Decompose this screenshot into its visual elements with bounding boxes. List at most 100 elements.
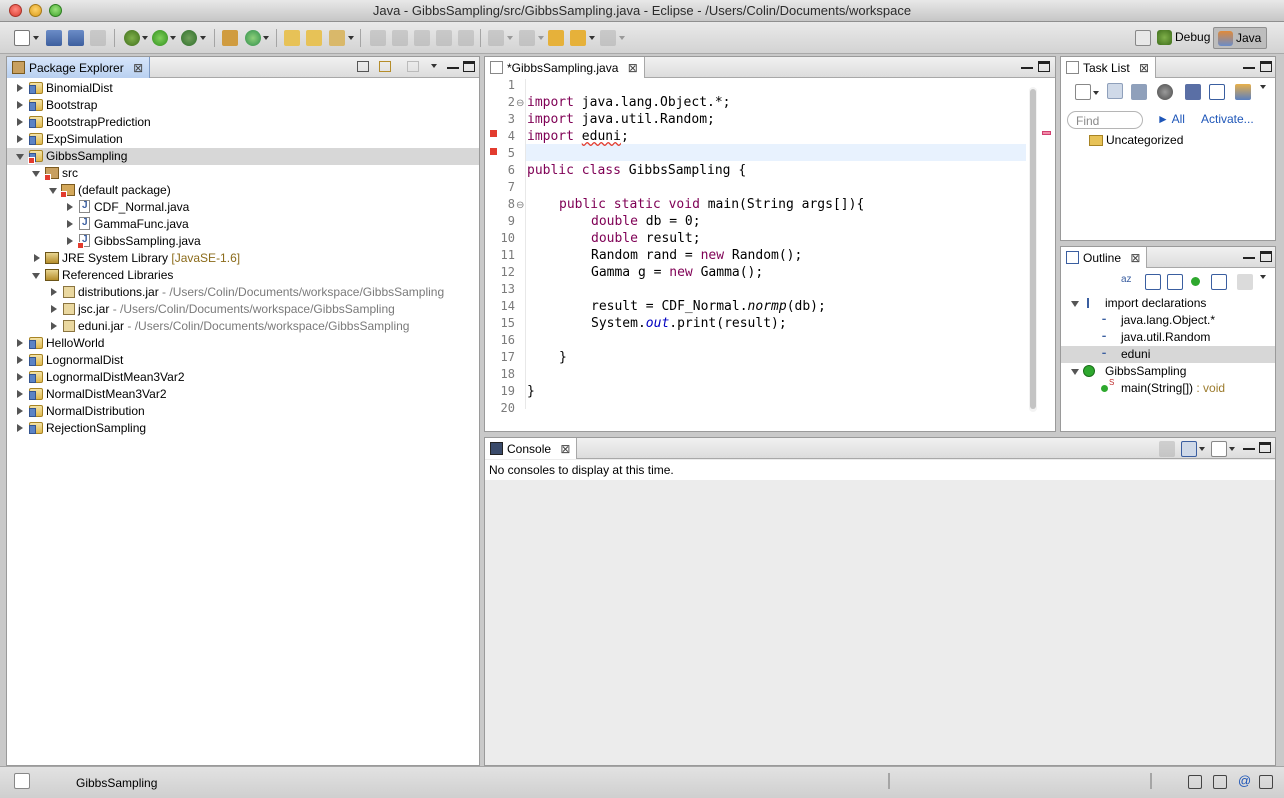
fold-icon[interactable]: ⊖ <box>516 98 524 109</box>
view-menu-icon[interactable] <box>1260 275 1266 279</box>
open-task-icon[interactable] <box>306 30 322 46</box>
hide-static-icon[interactable] <box>1167 274 1183 290</box>
close-tab-icon[interactable]: ⊠ <box>1139 61 1149 75</box>
forward-dropdown-icon[interactable] <box>619 36 625 40</box>
new-task-dropdown-icon[interactable] <box>1093 91 1099 95</box>
hide-completed-icon[interactable] <box>1185 84 1201 100</box>
prev-edit-dropdown-icon[interactable] <box>538 36 544 40</box>
javadoc-icon[interactable]: @ <box>1238 773 1251 788</box>
minimize-view-button[interactable] <box>1243 251 1255 259</box>
categorized-icon[interactable] <box>1107 83 1123 99</box>
toggle-mark-occurrences-icon[interactable] <box>414 30 430 46</box>
back-dropdown-icon[interactable] <box>589 36 595 40</box>
view-menu-extra-icon[interactable] <box>407 61 419 72</box>
open-console-dropdown-icon[interactable] <box>1229 447 1235 451</box>
editor-scrollbar-track[interactable] <box>1029 87 1037 412</box>
tree-item-expsimulation[interactable]: ExpSimulation <box>7 131 479 148</box>
scheduled-icon[interactable] <box>1131 84 1147 100</box>
tab-console[interactable]: Console ⊠ <box>485 438 578 459</box>
tree-item-binomialdist[interactable]: BinomialDist <box>7 80 479 97</box>
tree-item-gibbssampling[interactable]: GibbsSampling <box>7 148 479 165</box>
maximize-view-button[interactable] <box>1260 251 1272 262</box>
debug-perspective-button[interactable]: Debug <box>1153 27 1215 49</box>
close-tab-icon[interactable]: ⊠ <box>628 61 638 75</box>
overview-error-marker[interactable] <box>1042 131 1051 135</box>
prev-edit-icon[interactable] <box>519 30 535 46</box>
editor-scrollbar-thumb[interactable] <box>1030 89 1036 409</box>
new-dropdown-icon[interactable] <box>33 36 39 40</box>
tab-outline[interactable]: Outline ⊠ <box>1061 247 1148 268</box>
trim-view-icon[interactable] <box>1213 775 1227 789</box>
java-perspective-button[interactable]: Java <box>1213 27 1268 49</box>
tree-item-src[interactable]: src <box>7 165 479 182</box>
hide-local-types-icon[interactable] <box>1211 274 1227 290</box>
fast-view-icon[interactable] <box>14 773 30 789</box>
tree-item-distributions-jar[interactable]: distributions.jar - /Users/Colin/Documen… <box>7 284 479 301</box>
tree-item-eduni-jar[interactable]: eduni.jar - /Users/Colin/Documents/works… <box>7 318 479 335</box>
next-annotation-icon[interactable] <box>370 30 386 46</box>
new-task-icon[interactable] <box>1075 84 1091 100</box>
next-edit-dropdown-icon[interactable] <box>507 36 513 40</box>
tree-item-referenced-libraries[interactable]: Referenced Libraries <box>7 267 479 284</box>
outline-method-main[interactable]: S main(String[]) : void <box>1061 378 1275 397</box>
outline-import-item[interactable]: ⁃ java.util.Random <box>1061 329 1275 346</box>
debug-dropdown-icon[interactable] <box>142 36 148 40</box>
declaration-icon[interactable] <box>1259 775 1273 789</box>
sort-icon[interactable]: az <box>1121 274 1137 290</box>
run-icon[interactable] <box>152 30 168 46</box>
tree-item-helloworld[interactable]: HelloWorld <box>7 335 479 352</box>
maximize-view-button[interactable] <box>1259 442 1271 453</box>
show-whitespace-icon[interactable] <box>458 30 474 46</box>
tree-item-rejectionsampling[interactable]: RejectionSampling <box>7 420 479 437</box>
tab-gibbssampling-java[interactable]: *GibbsSampling.java ⊠ <box>485 57 645 78</box>
tree-item-gammafunc-java[interactable]: GammaFunc.java <box>7 216 479 233</box>
synchronize-icon[interactable] <box>1235 84 1251 100</box>
hide-non-public-icon[interactable] <box>1191 277 1200 286</box>
new-class-dropdown-icon[interactable] <box>263 36 269 40</box>
maximize-editor-button[interactable] <box>1038 61 1050 72</box>
open-perspective-icon[interactable] <box>1135 30 1151 46</box>
display-console-icon[interactable] <box>1181 441 1197 457</box>
outline-import-declarations[interactable]: import declarations <box>1061 295 1275 312</box>
outline-import-item[interactable]: ⁃ java.lang.Object.* <box>1061 312 1275 329</box>
view-menu-icon[interactable] <box>431 64 437 68</box>
display-console-dropdown-icon[interactable] <box>1199 447 1205 451</box>
close-tab-icon[interactable]: ⊠ <box>560 442 570 456</box>
new-icon[interactable] <box>14 30 30 46</box>
search-icon[interactable] <box>329 30 345 46</box>
minimize-view-button[interactable] <box>447 61 459 69</box>
external-tools-icon[interactable] <box>181 30 197 46</box>
tree-item-lognormaldistmean3var2[interactable]: LognormalDistMean3Var2 <box>7 369 479 386</box>
tree-item-lognormaldist[interactable]: LognormalDist <box>7 352 479 369</box>
maximize-view-button[interactable] <box>1260 61 1272 72</box>
new-java-class-icon[interactable] <box>245 30 261 46</box>
minimize-view-button[interactable] <box>1243 61 1255 69</box>
new-java-project-icon[interactable] <box>222 30 238 46</box>
tree-item-cdf-normal-java[interactable]: CDF_Normal.java <box>7 199 479 216</box>
tree-item-normaldistribution[interactable]: NormalDistribution <box>7 403 479 420</box>
code-area[interactable]: 1 2 3 4 5 6 7 8 9 10 11 12 13 14 15 16 1… <box>485 77 1045 417</box>
focus-icon[interactable] <box>1237 274 1253 290</box>
save-icon[interactable] <box>46 30 62 46</box>
tree-item-jre-system-library[interactable]: JRE System Library [JavaSE-1.6] <box>7 250 479 267</box>
category-uncategorized[interactable]: Uncategorized <box>1089 133 1183 147</box>
outline-class-gibbssampling[interactable]: GibbsSampling <box>1061 363 1275 380</box>
tree-item-default-package[interactable]: (default package) <box>7 182 479 199</box>
outline-import-item-selected[interactable]: ⁃ eduni <box>1061 346 1275 363</box>
last-edit-location-icon[interactable] <box>548 30 564 46</box>
view-menu-icon[interactable] <box>1260 85 1266 89</box>
focus-icon[interactable] <box>1157 84 1173 100</box>
toggle-block-selection-icon[interactable] <box>436 30 452 46</box>
maximize-view-button[interactable] <box>463 61 475 72</box>
forward-icon[interactable] <box>600 30 616 46</box>
run-dropdown-icon[interactable] <box>170 36 176 40</box>
link-with-editor-icon[interactable] <box>379 61 391 72</box>
search-dropdown-icon[interactable] <box>348 36 354 40</box>
fold-icon[interactable]: ⊖ <box>516 200 524 211</box>
tree-item-normaldistmean3var2[interactable]: NormalDistMean3Var2 <box>7 386 479 403</box>
save-all-icon[interactable] <box>68 30 84 46</box>
back-icon[interactable] <box>570 30 586 46</box>
close-tab-icon[interactable]: ⊠ <box>1130 251 1140 265</box>
tab-task-list[interactable]: Task List ⊠ <box>1061 57 1157 78</box>
all-link[interactable]: ► All <box>1157 112 1185 126</box>
